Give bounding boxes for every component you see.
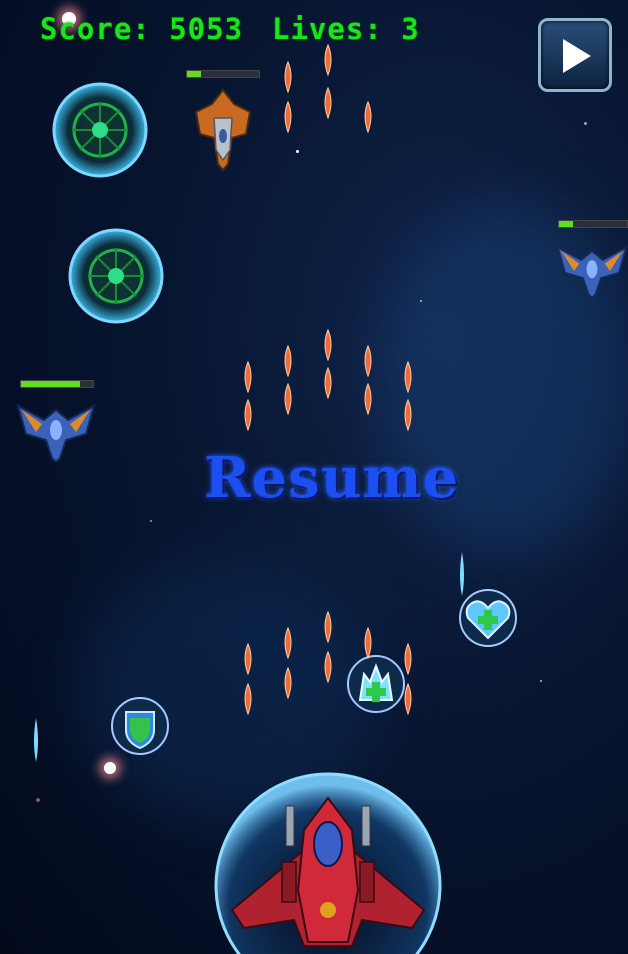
game-stage: Score: 5053 Lives: 3 Resume — [0, 0, 628, 954]
enemy-bullet — [244, 642, 252, 676]
enemy-bullet — [284, 626, 292, 660]
enemy-bullet — [364, 344, 372, 378]
laser-shot — [34, 718, 38, 762]
enemy-bullet-layer — [34, 43, 464, 762]
enemy-bullet — [324, 43, 332, 77]
enemy-bullet — [244, 682, 252, 716]
enemy-bullet — [364, 626, 372, 660]
enemy-bullet — [364, 382, 372, 416]
enemy-bullet — [324, 328, 332, 362]
enemy-bullet — [284, 382, 292, 416]
enemy-bullet — [364, 100, 372, 134]
enemy-bullet — [404, 398, 412, 432]
enemy-bullet — [404, 682, 412, 716]
enemy-bullet — [324, 610, 332, 644]
enemy-bullet — [284, 100, 292, 134]
enemy-bullet — [284, 60, 292, 94]
enemy-bullet — [404, 642, 412, 676]
enemy-bullet — [284, 344, 292, 378]
enemy-bullet — [284, 666, 292, 700]
enemy-bullet — [404, 360, 412, 394]
laser-shot — [460, 552, 464, 596]
enemy-bullet — [324, 86, 332, 120]
enemy-bullet — [244, 398, 252, 432]
enemy-bullet — [324, 650, 332, 684]
enemy-bullet — [244, 360, 252, 394]
enemy-bullet — [324, 366, 332, 400]
